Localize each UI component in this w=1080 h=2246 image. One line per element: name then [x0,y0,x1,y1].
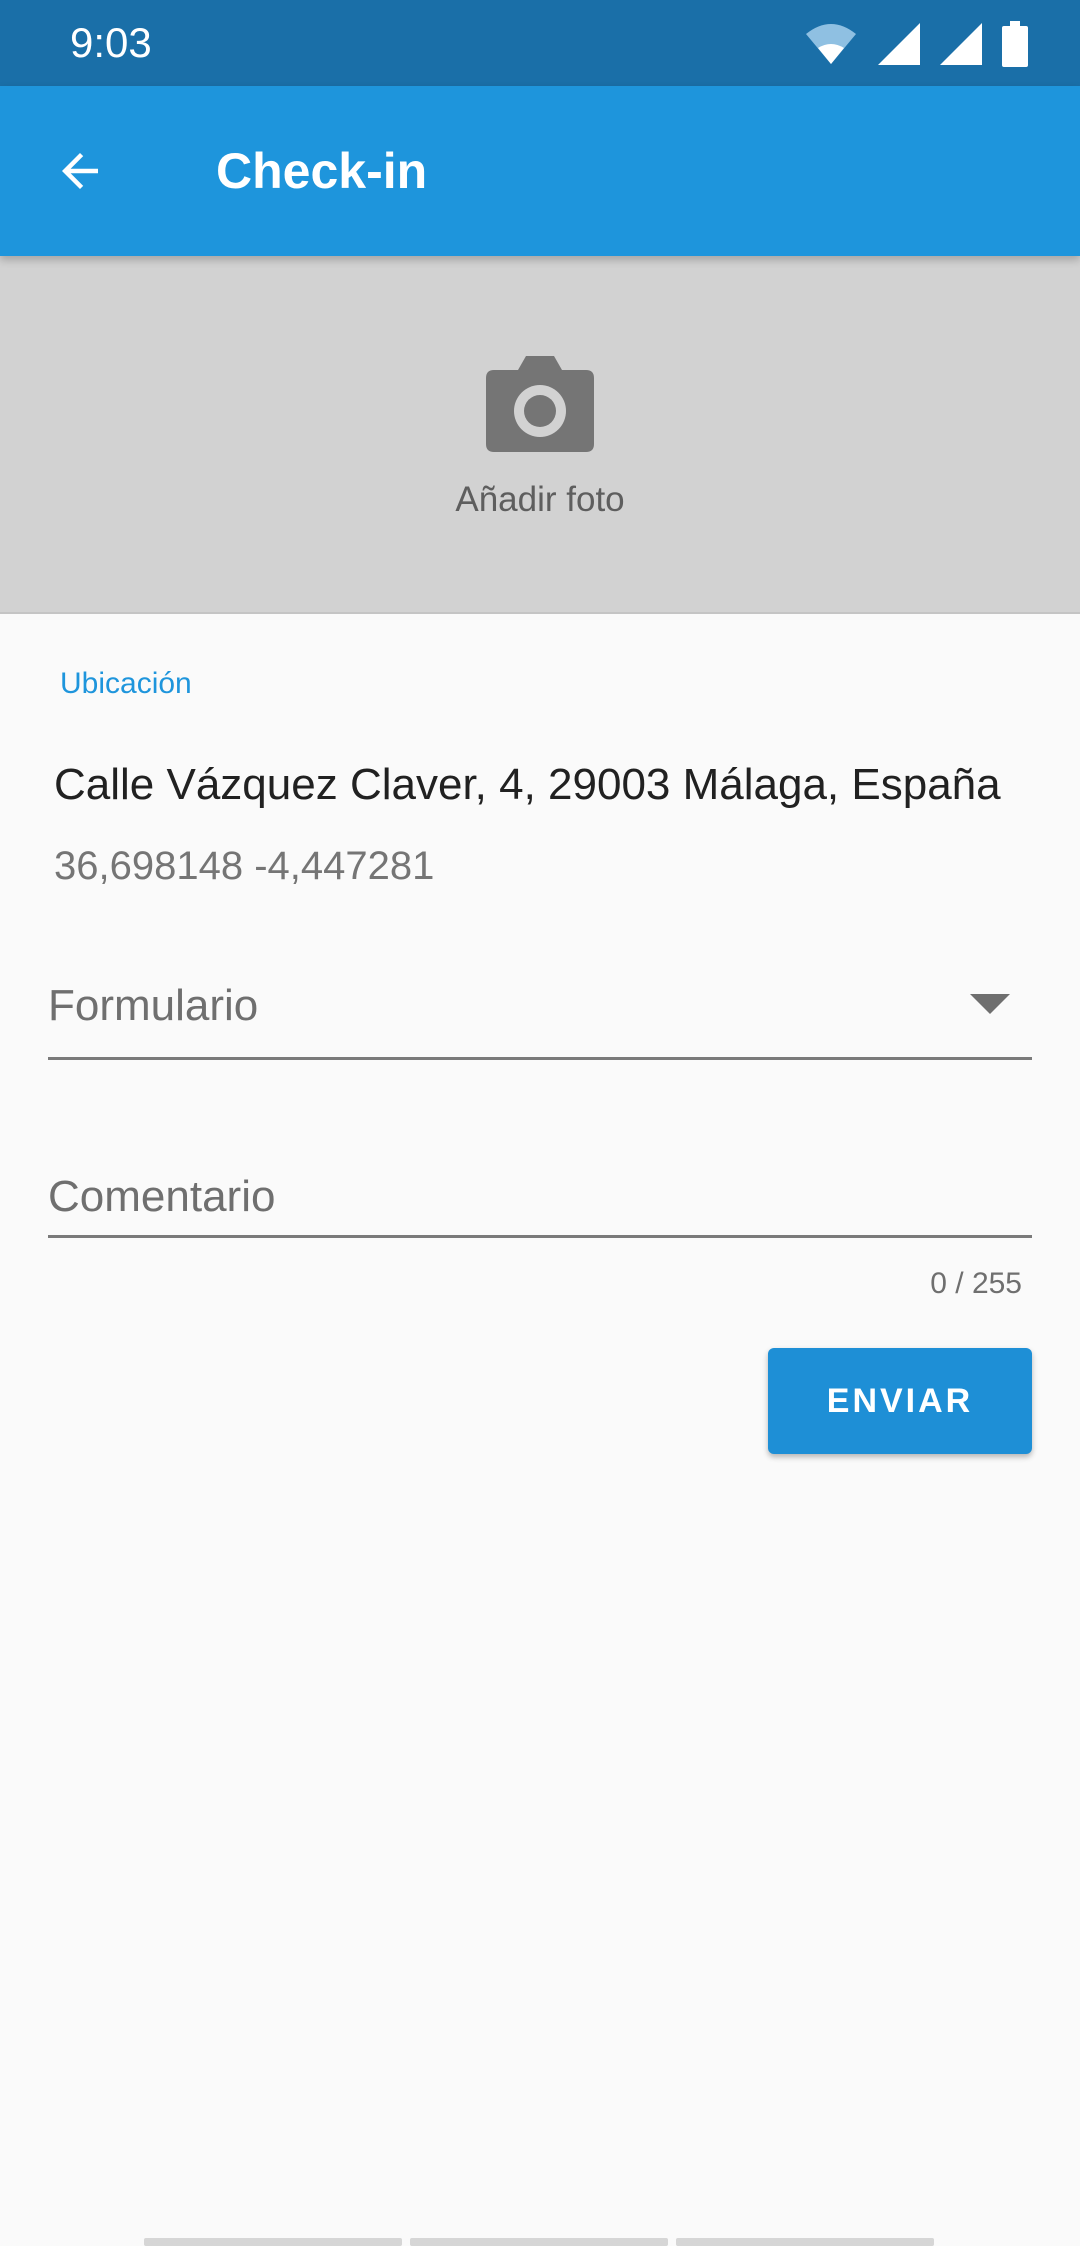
battery-icon [1002,21,1028,67]
camera-icon [486,356,594,452]
add-photo-label: Añadir foto [455,480,625,519]
location-coordinates: 36,698148 -4,447281 [54,844,435,888]
wifi-icon [806,24,856,64]
nav-indicator [410,2238,668,2246]
back-button[interactable] [40,131,120,211]
char-counter: 0 / 255 [930,1267,1022,1300]
signal-icon [878,23,920,65]
comment-input[interactable] [48,1160,1032,1238]
arrow-back-icon [62,153,98,189]
app-bar: Check-in [0,86,1080,256]
status-bar: 9:03 [0,0,1080,86]
add-photo-area[interactable]: Añadir foto [0,256,1080,614]
location-address: Calle Vázquez Claver, 4, 29003 Málaga, E… [54,760,1001,809]
gesture-nav-bar [144,2238,934,2246]
status-icons [804,20,1028,68]
dropdown-arrow-icon [970,994,1010,1014]
dropdown-placeholder: Formulario [48,981,259,1030]
send-button[interactable]: ENVIAR [768,1348,1032,1454]
signal-icon [940,23,982,65]
form-dropdown[interactable]: Formulario [48,960,1032,1060]
nav-indicator [676,2238,934,2246]
nav-indicator [144,2238,402,2246]
page-title: Check-in [216,143,428,199]
location-label: Ubicación [60,667,192,700]
status-time: 9:03 [70,19,152,66]
